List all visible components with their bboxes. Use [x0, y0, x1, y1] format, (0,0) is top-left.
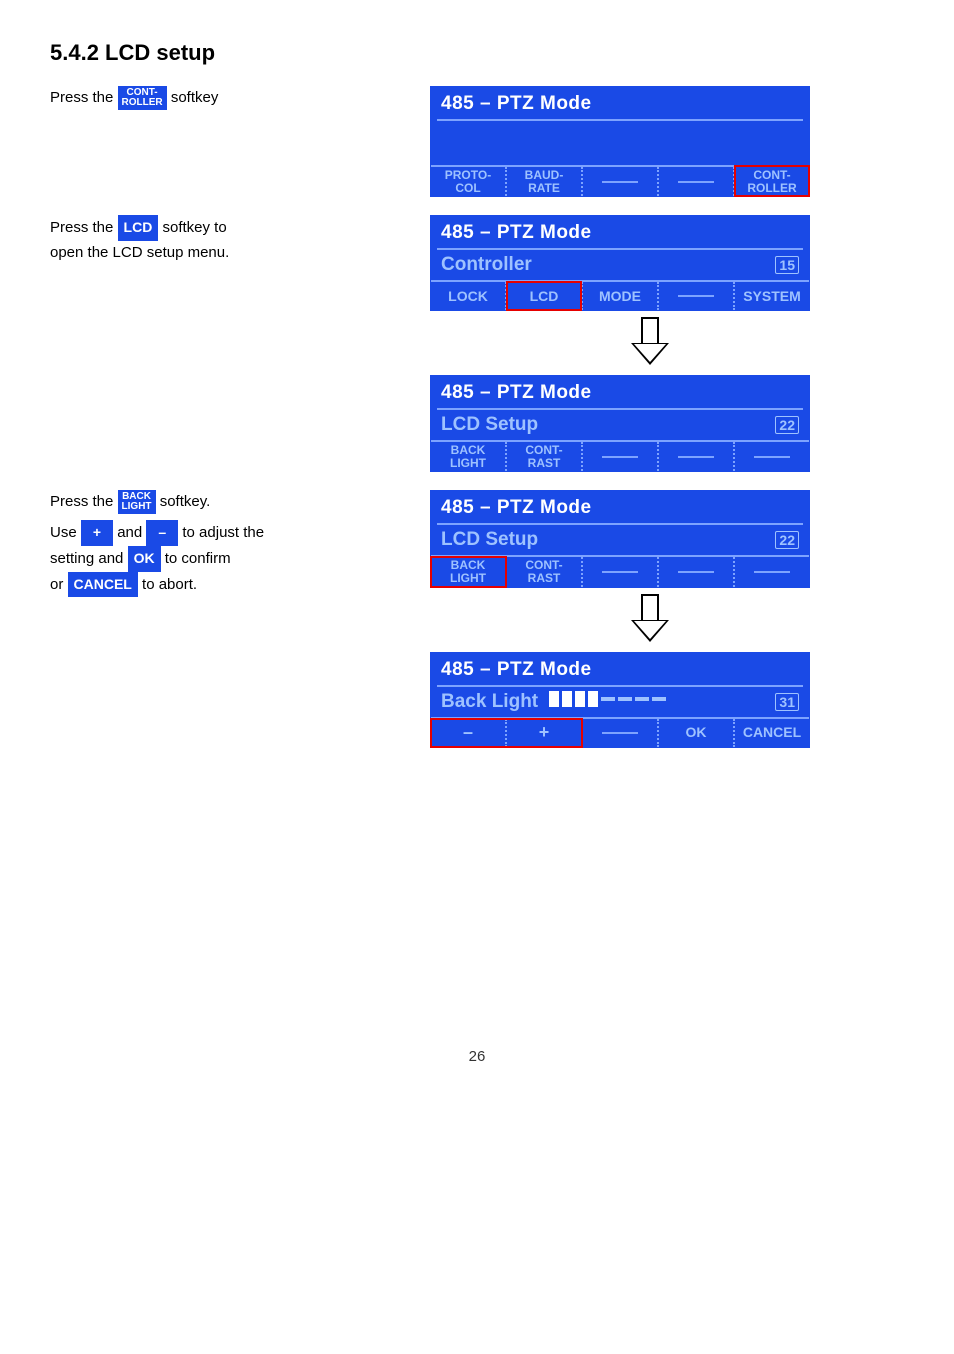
tab-empty — [583, 442, 659, 471]
tab-contrast[interactable]: CONT-RAST — [507, 557, 583, 586]
backlight-meter — [549, 691, 666, 707]
ok-label: OK — [128, 546, 161, 572]
step3-t1: Press the — [50, 493, 118, 510]
lcd-label: LCD — [118, 215, 159, 241]
arrow-down-icon — [631, 317, 669, 367]
lcd-sub: Back Light — [441, 691, 538, 712]
lcd-num: 15 — [775, 256, 799, 274]
lcd-title: 485 – PTZ Mode — [431, 376, 809, 408]
lcd-title: 485 – PTZ Mode — [431, 653, 809, 685]
step3b-t1: Use — [50, 524, 81, 541]
step3c-t1: setting and — [50, 550, 128, 567]
tab-empty — [583, 557, 659, 586]
step3c-t2: to confirm — [165, 550, 231, 567]
backlight-label: BACKLIGHT — [118, 490, 156, 514]
arrow-down-icon — [631, 594, 669, 644]
tab-empty — [735, 557, 809, 586]
lcd-sub: LCD Setup — [441, 414, 538, 436]
lcd-title: 485 – PTZ Mode — [431, 491, 809, 523]
lcd-title: 485 – PTZ Mode — [431, 216, 809, 248]
lcd-panel-1: 485 – PTZ Mode PROTO-COL BAUD-RATE CONT-… — [430, 86, 810, 197]
step1-prefix: Press the — [50, 89, 118, 106]
lcd-title: 485 – PTZ Mode — [431, 87, 809, 119]
tab-protocol[interactable]: PROTO-COL — [431, 167, 507, 196]
step3b-t3: to adjust the — [182, 524, 264, 541]
tab-backlight[interactable]: BACKLIGHT — [431, 442, 507, 471]
step3d-t1: or — [50, 576, 68, 593]
page-number: 26 — [50, 1048, 904, 1065]
tab-mode[interactable]: MODE — [583, 282, 659, 310]
lcd-panel-5: 485 – PTZ Mode Back Light 31 – + OK CANC… — [430, 652, 810, 748]
tab-empty — [583, 167, 659, 196]
tab-empty — [659, 282, 735, 310]
plus-label: + — [81, 520, 113, 546]
lcd-num: 31 — [775, 693, 799, 711]
tab-lcd[interactable]: LCD — [507, 282, 583, 310]
step2b: open the LCD setup menu. — [50, 241, 410, 264]
cancel-label: CANCEL — [68, 572, 138, 598]
step2-t1: Press the — [50, 219, 118, 236]
lcd-panel-4: 485 – PTZ Mode LCD Setup 22 BACKLIGHT CO… — [430, 490, 810, 587]
tab-cancel[interactable]: CANCEL — [735, 719, 809, 747]
tab-empty — [659, 167, 735, 196]
tab-controller[interactable]: CONT-ROLLER — [735, 167, 809, 196]
tab-contrast[interactable]: CONT-RAST — [507, 442, 583, 471]
lcd-num: 22 — [775, 531, 799, 549]
tab-ok[interactable]: OK — [659, 719, 735, 747]
tab-empty — [735, 442, 809, 471]
tab-empty — [583, 719, 659, 747]
lcd-panel-2: 485 – PTZ Mode Controller 15 LOCK LCD MO… — [430, 215, 810, 311]
lcd-panel-3: 485 – PTZ Mode LCD Setup 22 BACKLIGHT CO… — [430, 375, 810, 472]
lcd-sub: LCD Setup — [441, 529, 538, 551]
lcd-sub: Controller — [441, 254, 532, 276]
lcd-num: 22 — [775, 416, 799, 434]
tab-backlight[interactable]: BACKLIGHT — [431, 557, 507, 586]
tab-system[interactable]: SYSTEM — [735, 282, 809, 310]
step3b-t2: and — [117, 524, 146, 541]
tab-plus[interactable]: + — [507, 719, 583, 747]
tab-empty — [659, 557, 735, 586]
section-header: 5.4.2 LCD setup — [50, 40, 904, 66]
tab-empty — [659, 442, 735, 471]
step1-suffix: softkey — [171, 89, 219, 106]
tab-minus[interactable]: – — [431, 719, 507, 747]
step2-t2: softkey to — [162, 219, 226, 236]
tab-baudrate[interactable]: BAUD-RATE — [507, 167, 583, 196]
tab-lock[interactable]: LOCK — [431, 282, 507, 310]
minus-label: – — [146, 520, 178, 546]
step3-t2: softkey. — [160, 493, 211, 510]
step3d-t2: to abort. — [142, 576, 197, 593]
controller-label: CONT-ROLLER — [118, 86, 167, 110]
